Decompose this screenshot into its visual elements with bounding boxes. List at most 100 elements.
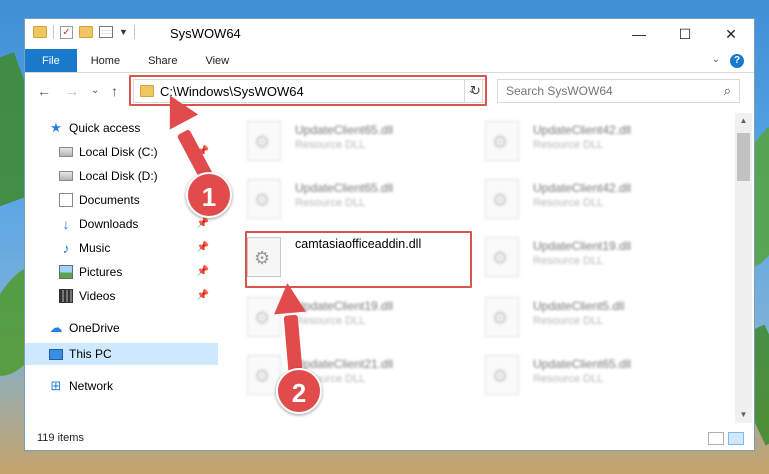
file-description: Resource DLL <box>533 255 604 267</box>
sidebar-item-label: OneDrive <box>69 321 120 335</box>
divider <box>53 25 54 39</box>
list-item[interactable]: UpdateClient65.dll Resource DLL <box>247 119 477 169</box>
ribbon-tabs: File Home Share View ⌄ ? <box>25 49 754 73</box>
sidebar-item-local-disk-d[interactable]: Local Disk (D:) 📌 <box>59 165 209 187</box>
quick-access-toolbar: ✓ ▼ <box>33 25 135 39</box>
file-description: Resource DLL <box>533 315 604 327</box>
view-switcher <box>708 432 744 445</box>
pin-icon[interactable]: 📌 <box>197 261 209 283</box>
help-icon[interactable]: ? <box>730 54 744 68</box>
close-button[interactable]: ✕ <box>708 19 754 49</box>
list-item[interactable]: UpdateClient42.dll Resource DLL <box>485 177 715 227</box>
properties-check-icon[interactable]: ✓ <box>60 25 73 39</box>
sidebar-item-label: Videos <box>79 289 116 303</box>
disk-icon <box>59 171 73 181</box>
divider <box>133 25 135 39</box>
forward-button[interactable]: → <box>65 83 79 99</box>
music-icon: ♪ <box>62 240 70 256</box>
window-controls: — ☐ ✕ <box>616 19 754 49</box>
up-button[interactable]: ↑ <box>111 83 118 99</box>
explorer-window: ✓ ▼ SysWOW64 — ☐ ✕ File Home Share View … <box>24 18 755 451</box>
tab-file[interactable]: File <box>25 49 77 72</box>
pictures-icon <box>59 265 73 279</box>
annotation-arrow-2-head <box>271 281 306 315</box>
search-input[interactable] <box>498 80 698 102</box>
file-name: UpdateClient19.dll <box>533 239 632 253</box>
maximize-button[interactable]: ☐ <box>662 19 708 49</box>
sidebar-item-label: Documents <box>79 193 140 207</box>
sidebar-item-pictures[interactable]: Pictures 📌 <box>59 261 209 283</box>
sidebar-item-onedrive[interactable]: ☁ OneDrive <box>49 317 209 339</box>
sidebar-item-label: Local Disk (C:) <box>79 145 158 159</box>
list-item[interactable]: UpdateClient19.dll Resource DLL <box>485 235 715 285</box>
properties-icon[interactable] <box>99 26 113 38</box>
sidebar-item-downloads[interactable]: ↓ Downloads 📌 <box>59 213 210 235</box>
back-button[interactable]: ← <box>37 83 51 99</box>
file-description: Resource DLL <box>295 197 366 209</box>
search-box[interactable]: ⌕ <box>497 79 740 103</box>
dll-file-icon <box>485 121 519 161</box>
details-view-icon[interactable] <box>708 432 724 445</box>
scroll-down-icon[interactable]: ▼ <box>735 407 752 423</box>
list-item[interactable]: UpdateClient42.dll Resource DLL <box>485 119 715 169</box>
large-icons-view-icon[interactable] <box>728 432 744 445</box>
downloads-icon: ↓ <box>62 216 70 232</box>
customize-toolbar-caret-icon[interactable]: ▼ <box>119 27 128 37</box>
star-icon: ★ <box>50 120 62 135</box>
tab-home[interactable]: Home <box>77 49 134 72</box>
file-description: Resource DLL <box>533 197 604 209</box>
scroll-up-icon[interactable]: ▲ <box>735 113 752 129</box>
sidebar-item-label: Quick access <box>69 121 141 135</box>
dll-file-icon <box>247 121 281 161</box>
sidebar-item-music[interactable]: ♪ Music 📌 <box>59 237 210 259</box>
new-folder-icon[interactable] <box>79 26 93 38</box>
scroll-thumb[interactable] <box>737 133 750 181</box>
expand-ribbon-icon[interactable]: ⌄ <box>712 54 720 68</box>
sidebar-item-network[interactable]: ⊞ Network <box>49 375 209 397</box>
file-name: UpdateClient5.dll <box>533 299 625 313</box>
file-name: UpdateClient19.dll <box>295 299 394 313</box>
window-title: SysWOW64 <box>170 26 241 41</box>
dll-file-icon <box>247 179 281 219</box>
navigation-bar: ← → ⌄ ↑ C:\Windows\SysWOW64 ⌄ ↻ ⌕ <box>25 75 754 107</box>
sidebar-item-label: Network <box>69 379 114 393</box>
search-icon[interactable]: ⌕ <box>724 83 731 99</box>
sidebar-item-this-pc[interactable]: This PC <box>25 343 218 365</box>
file-name: UpdateClient42.dll <box>533 123 632 137</box>
status-bar: 119 items <box>25 427 754 450</box>
sidebar-item-label: This PC <box>69 347 112 361</box>
sidebar-item-videos[interactable]: Videos 📌 <box>59 285 209 307</box>
annotation-badge-1: 1 <box>186 172 232 218</box>
list-item[interactable]: UpdateClient65.dll Resource DLL <box>247 177 477 227</box>
network-icon: ⊞ <box>50 378 62 393</box>
documents-icon <box>59 193 73 207</box>
tab-share[interactable]: Share <box>134 49 191 72</box>
title-bar: ✓ ▼ SysWOW64 — ☐ ✕ <box>25 19 754 49</box>
dll-file-icon <box>485 179 519 219</box>
file-description: Resource DLL <box>533 373 604 385</box>
file-name: UpdateClient65.dll <box>533 357 632 371</box>
vertical-scrollbar[interactable]: ▲ ▼ <box>735 113 752 423</box>
file-name: UpdateClient65.dll <box>295 181 394 195</box>
file-highlight-box <box>245 231 472 288</box>
videos-icon <box>59 289 73 303</box>
file-name: UpdateClient42.dll <box>533 181 632 195</box>
pin-icon[interactable]: 📌 <box>197 285 209 307</box>
tab-view[interactable]: View <box>191 49 243 72</box>
file-description: Resource DLL <box>533 139 604 151</box>
pin-icon[interactable]: 📌 <box>197 237 209 259</box>
sidebar-item-label: Downloads <box>79 217 139 231</box>
minimize-button[interactable]: — <box>616 19 662 49</box>
list-item[interactable]: UpdateClient5.dll Resource DLL <box>485 295 715 345</box>
pc-icon <box>49 348 63 360</box>
recent-locations-button[interactable]: ⌄ <box>91 85 99 96</box>
dll-file-icon <box>485 297 519 337</box>
file-description: Resource DLL <box>295 139 366 151</box>
sidebar-item-label: Local Disk (D:) <box>79 169 158 183</box>
disk-icon <box>59 147 73 157</box>
sidebar-item-label: Music <box>79 241 111 255</box>
ribbon-right-controls: ⌄ ? <box>712 54 744 68</box>
list-item[interactable]: UpdateClient65.dll Resource DLL <box>485 353 715 403</box>
file-description: Resource DLL <box>295 315 366 327</box>
sidebar-item-label: Pictures <box>79 265 123 279</box>
